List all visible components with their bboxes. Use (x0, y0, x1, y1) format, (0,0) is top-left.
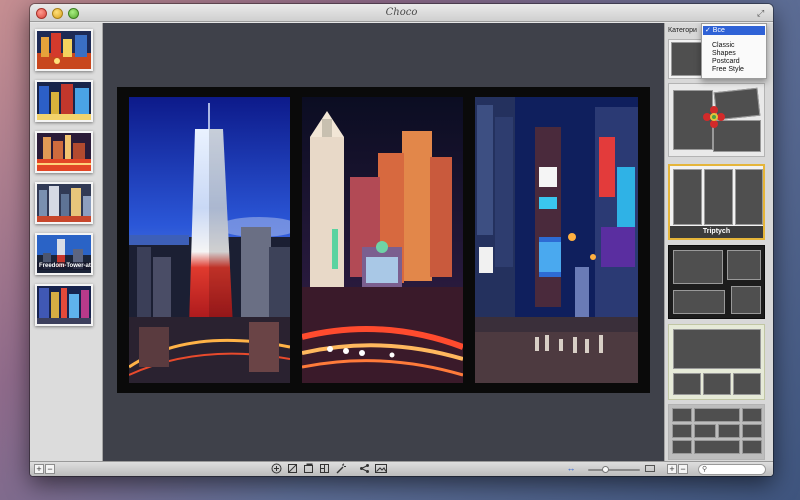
collage-photo-slot[interactable] (129, 97, 290, 383)
title-bar: Choco ⤢ (30, 4, 773, 22)
crop-icon[interactable] (287, 463, 298, 474)
collage-canvas-area (103, 23, 664, 461)
photo-thumbnail[interactable]: Freedom-Tower-at-... (35, 233, 93, 275)
layout-preset[interactable] (668, 83, 765, 157)
bottom-toolbar: + − ↔ + − ⚲ (30, 461, 773, 476)
flower-icon (703, 106, 725, 128)
layout-label: Triptych (670, 226, 763, 238)
dropdown-selected-option[interactable]: ✓ Все (703, 26, 765, 35)
photo-thumbnail[interactable] (35, 131, 93, 173)
thumbnail-caption: Freedom-Tower-at-... (37, 262, 91, 270)
actual-size-icon[interactable] (644, 463, 656, 474)
remove-layout-button[interactable]: − (678, 464, 688, 474)
category-label: Категори (668, 27, 697, 34)
page-icon[interactable] (303, 463, 314, 474)
dropdown-option-shapes[interactable]: Shapes (712, 50, 736, 58)
photo-thumbnail[interactable] (35, 80, 93, 122)
layout-search-input[interactable]: ⚲ (698, 464, 766, 475)
dropdown-option-postcard[interactable]: Postcard (712, 58, 740, 66)
search-icon: ⚲ (702, 466, 708, 473)
dropdown-option-free-style[interactable]: Free Style (712, 66, 744, 74)
photo-icon[interactable] (375, 463, 387, 474)
window-title: Choco (385, 7, 418, 18)
zoom-slider-knob[interactable] (601, 466, 609, 473)
collage-photo-slot[interactable] (302, 97, 463, 383)
app-window: Choco ⤢ Freedom-Tower-at Категори ✓ Все … (30, 4, 773, 476)
share-icon[interactable] (359, 463, 370, 474)
fullscreen-icon[interactable]: ⤢ (757, 8, 767, 18)
layout-preset[interactable] (668, 245, 765, 319)
add-circle-icon[interactable] (271, 463, 282, 474)
fit-to-window-icon[interactable]: ↔ (564, 463, 578, 474)
dropdown-option-classic[interactable]: Classic (712, 42, 735, 50)
add-photo-button[interactable]: + (34, 464, 44, 474)
category-dropdown[interactable]: ✓ Все Classic Shapes Postcard Free Style (701, 23, 767, 79)
photo-thumbnail[interactable] (35, 29, 93, 71)
magic-wand-icon[interactable] (335, 463, 346, 474)
photo-thumbnail[interactable] (35, 284, 93, 326)
remove-photo-button[interactable]: − (45, 464, 55, 474)
layout-preset-triptych[interactable]: Triptych (668, 164, 765, 240)
layout-preset[interactable] (668, 404, 765, 460)
photo-sidebar: Freedom-Tower-at-... (30, 23, 103, 461)
add-layout-button[interactable]: + (667, 464, 677, 474)
collage-frame[interactable] (117, 87, 650, 393)
layouts-panel: Категори ✓ Все Classic Shapes Postcard F… (664, 23, 773, 461)
layout-icon[interactable] (319, 463, 330, 474)
layout-preset[interactable] (668, 324, 765, 400)
photo-thumbnail[interactable] (35, 182, 93, 224)
collage-photo-slot[interactable] (475, 97, 638, 383)
zoom-slider[interactable] (588, 466, 640, 473)
